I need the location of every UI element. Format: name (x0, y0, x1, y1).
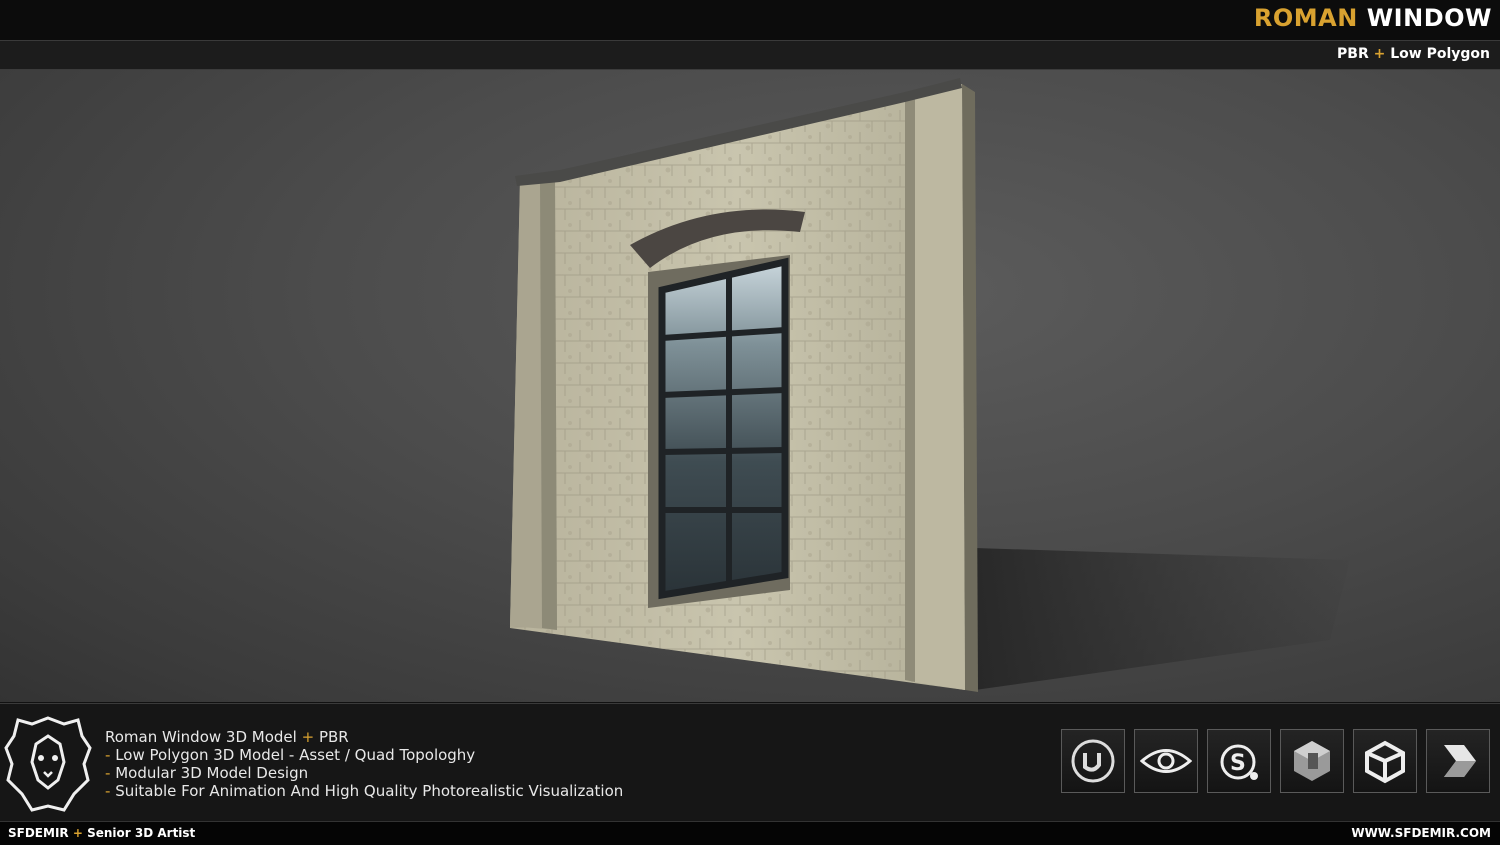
info-panel: Roman Window 3D Model + PBR - Low Polygo… (0, 703, 1500, 822)
subtitle-plus: + (1373, 46, 1386, 62)
artist-credit: SFDEMIR + Senior 3D Artist (8, 826, 196, 840)
subtitle: PBR + Low Polygon (1337, 46, 1490, 62)
3d-studio-icon (1426, 729, 1490, 793)
render-viewport (0, 70, 1500, 702)
title-word-accent: ROMAN (1253, 4, 1358, 32)
product-description: Roman Window 3D Model + PBR - Low Polygo… (105, 728, 623, 800)
page-title: ROMAN WINDOW (1254, 4, 1492, 32)
roman-window-render (510, 78, 1350, 692)
title-bar: ROMAN WINDOW (0, 0, 1500, 41)
lion-logo-icon (4, 716, 92, 812)
feature-line: - Suitable For Animation And High Qualit… (105, 782, 624, 800)
unreal-engine-icon (1061, 729, 1125, 793)
feature-line: - Modular 3D Model Design (105, 764, 309, 782)
title-word: WINDOW (1366, 4, 1492, 32)
description-headline: Roman Window 3D Model + PBR (105, 728, 349, 746)
feature-line: - Low Polygon 3D Model - Asset / Quad To… (105, 746, 476, 764)
subtitle-low-polygon: Low Polygon (1390, 46, 1490, 62)
subtitle-pbr: PBR (1337, 46, 1369, 62)
3ds-max-icon (1280, 729, 1344, 793)
credit-bar: SFDEMIR + Senior 3D Artist WWW.SFDEMIR.C… (0, 821, 1500, 845)
website-link[interactable]: WWW.SFDEMIR.COM (1351, 826, 1491, 840)
marmoset-toolbag-icon (1134, 729, 1198, 793)
substance-painter-icon: S (1207, 729, 1271, 793)
unity-icon (1353, 729, 1417, 793)
subtitle-bar: PBR + Low Polygon (0, 41, 1500, 70)
svg-text:S: S (1230, 751, 1246, 776)
software-icons: S (1061, 729, 1490, 793)
